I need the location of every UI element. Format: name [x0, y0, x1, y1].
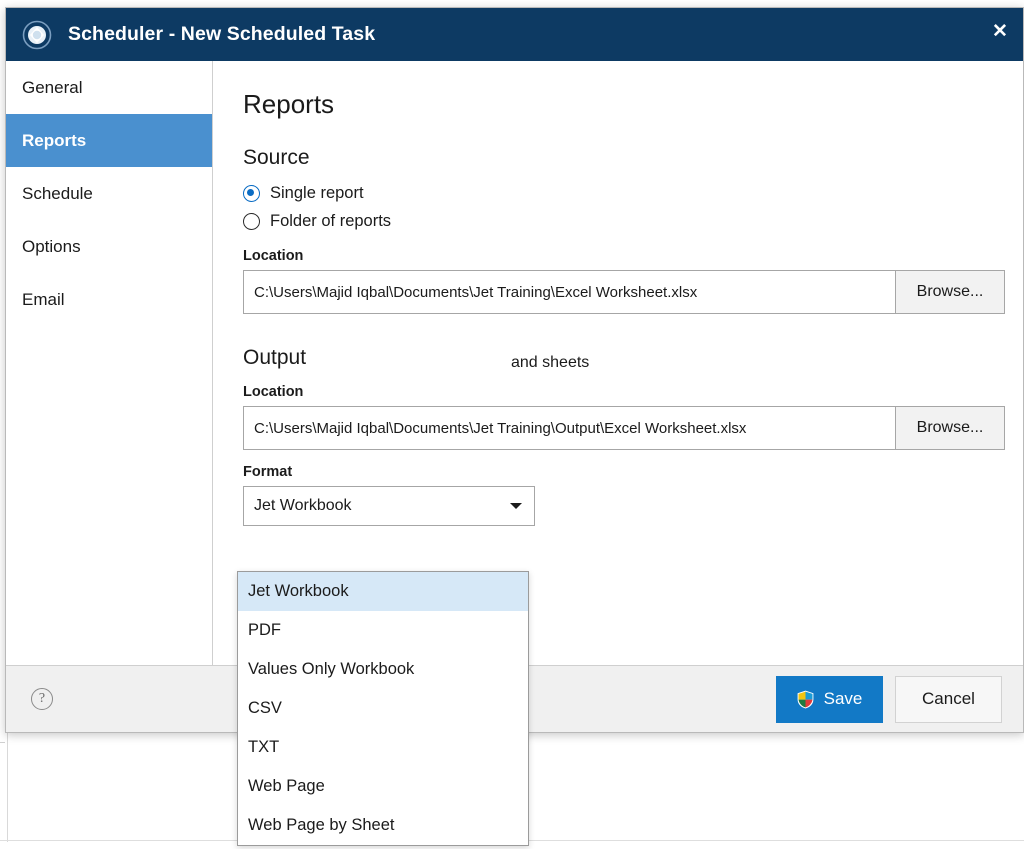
format-select-value: Jet Workbook [254, 497, 352, 514]
radio-label: Folder of reports [270, 211, 392, 230]
sidebar-item-schedule[interactable]: Schedule [6, 167, 212, 220]
output-browse-button[interactable]: Browse... [895, 406, 1005, 450]
dropdown-option-label: Values Only Workbook [248, 660, 415, 678]
save-button-label: Save [823, 689, 863, 708]
dropdown-option-web-page-by-sheet[interactable]: Web Page by Sheet [238, 806, 528, 845]
radio-single-report[interactable]: Single report [243, 180, 1005, 206]
scheduler-orb-icon [22, 20, 52, 50]
source-location-input[interactable]: C:\Users\Majid Iqbal\Documents\Jet Train… [243, 270, 895, 314]
sidebar-item-general[interactable]: General [6, 61, 212, 114]
dropdown-option-csv[interactable]: CSV [238, 689, 528, 728]
dropdown-option-values-only-workbook[interactable]: Values Only Workbook [238, 650, 528, 689]
background-divider-1 [0, 742, 5, 743]
output-location-row: C:\Users\Majid Iqbal\Documents\Jet Train… [243, 406, 1005, 450]
format-select[interactable]: Jet Workbook [243, 486, 535, 526]
dropdown-option-label: Web Page by Sheet [248, 816, 395, 834]
output-location-label: Location [243, 384, 304, 400]
source-section-heading: Source [243, 146, 310, 169]
sidebar-item-label: General [22, 77, 83, 97]
sidebar-item-label: Options [22, 236, 81, 256]
dialog-title: Scheduler - New Scheduled Task [68, 23, 376, 45]
radio-button-icon [243, 184, 260, 202]
dropdown-option-pdf[interactable]: PDF [238, 611, 528, 650]
output-section-heading: Output [243, 346, 307, 369]
sidebar-item-options[interactable]: Options [6, 220, 212, 273]
sidebar-item-email[interactable]: Email [6, 273, 212, 326]
cancel-button-label: Cancel [922, 689, 975, 708]
close-icon[interactable]: ✕ [977, 8, 1023, 54]
obscured-option-text: and sheets [511, 354, 590, 371]
source-location-label: Location [243, 248, 304, 264]
uac-shield-icon [797, 690, 814, 709]
save-button[interactable]: Save [776, 675, 883, 723]
output-format-label: Format [243, 464, 293, 480]
radio-label: Single report [270, 183, 364, 202]
page-title: Reports [243, 89, 335, 119]
sidebar-item-label: Email [22, 289, 65, 309]
format-dropdown-list[interactable]: Jet Workbook PDF Values Only Workbook CS… [237, 571, 529, 846]
radio-button-icon [243, 212, 260, 230]
dropdown-option-label: CSV [248, 699, 282, 717]
dropdown-option-label: TXT [248, 738, 280, 756]
dropdown-option-label: Web Page [248, 777, 325, 795]
cancel-button[interactable]: Cancel [895, 675, 1002, 723]
dialog-titlebar: Scheduler - New Scheduled Task ✕ [6, 8, 1023, 61]
sidebar-item-reports[interactable]: Reports [6, 114, 212, 167]
dropdown-option-txt[interactable]: TXT [238, 728, 528, 767]
dropdown-option-web-page[interactable]: Web Page [238, 767, 528, 806]
sidebar-item-label: Schedule [22, 183, 93, 203]
help-icon[interactable]: ? [31, 688, 53, 710]
dropdown-option-label: PDF [248, 621, 281, 639]
output-location-input[interactable]: C:\Users\Majid Iqbal\Documents\Jet Train… [243, 406, 895, 450]
sidebar-navigation: General Reports Schedule Options Email [6, 61, 213, 665]
source-browse-button[interactable]: Browse... [895, 270, 1005, 314]
background-window-titlebar-sliver [0, 0, 1024, 7]
dropdown-option-label: Jet Workbook [248, 582, 349, 600]
chevron-down-icon [510, 503, 522, 509]
source-location-row: C:\Users\Majid Iqbal\Documents\Jet Train… [243, 270, 1005, 314]
radio-folder-of-reports[interactable]: Folder of reports [243, 208, 1005, 234]
dropdown-option-jet-workbook[interactable]: Jet Workbook [238, 572, 528, 611]
sidebar-item-label: Reports [22, 130, 87, 150]
